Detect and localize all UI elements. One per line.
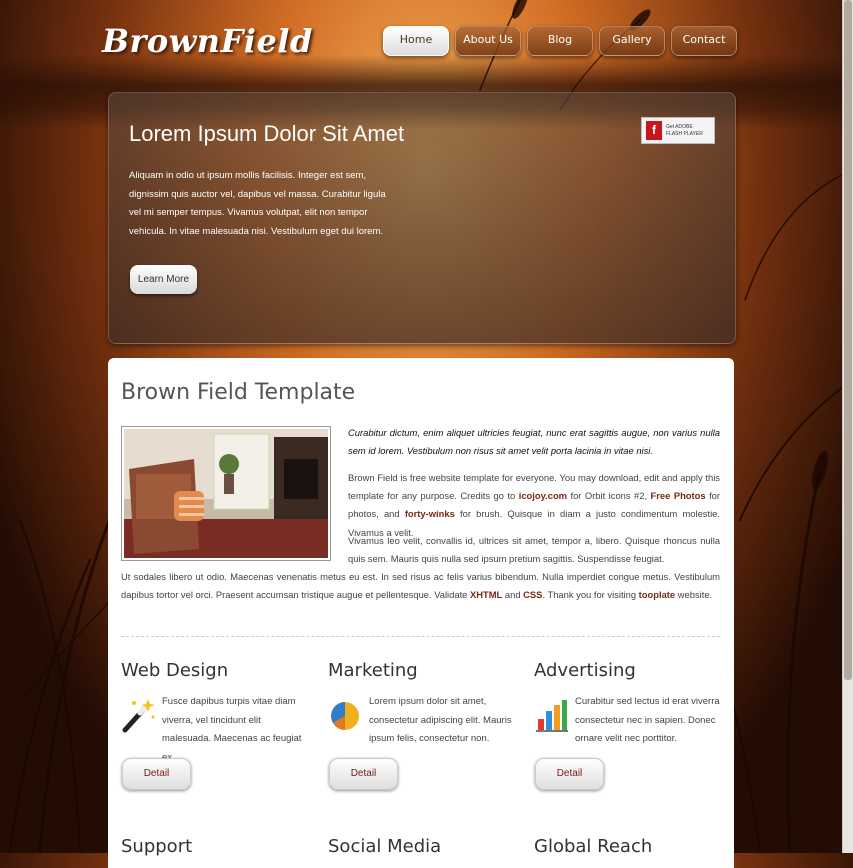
service-social-media-title: Social Media xyxy=(328,836,442,857)
detail-button-advertising[interactable]: Detail xyxy=(535,758,604,790)
link-free-photos[interactable]: Free Photos xyxy=(651,490,706,501)
hero-title: Lorem Ipsum Dolor Sit Amet xyxy=(129,121,405,146)
link-xhtml[interactable]: XHTML xyxy=(470,589,502,600)
page-title: Brown Field Template xyxy=(121,380,356,405)
service-support-title: Support xyxy=(121,836,193,857)
site-logo[interactable]: BrownField xyxy=(102,22,313,60)
service-text: Fusce dapibus turpis vitae diam viverra,… xyxy=(162,696,302,763)
service-text: Lorem ipsum dolor sit amet, consectetur … xyxy=(369,696,512,744)
nav-gallery[interactable]: Gallery xyxy=(599,26,665,56)
link-forty-winks[interactable]: forty-winks xyxy=(405,508,455,519)
hero-panel: Lorem Ipsum Dolor Sit Amet Aliquam in od… xyxy=(108,92,736,344)
detail-button-web-design[interactable]: Detail xyxy=(122,758,191,790)
flash-badge-line1: Get ADOBE xyxy=(666,123,693,130)
nav-blog[interactable]: Blog xyxy=(527,26,593,56)
intro-paragraph: Curabitur dictum, enim aliquet ultricies… xyxy=(348,427,720,457)
body-paragraph-bottom: Ut sodales libero ut odio. Maecenas vene… xyxy=(121,571,720,601)
service-advertising: Advertising Curabitur sed lectus id erat… xyxy=(534,660,724,790)
credits-paragraph: Brown Field is free website template for… xyxy=(348,472,721,538)
service-title: Advertising xyxy=(534,660,636,681)
bar-chart-icon xyxy=(536,700,568,732)
nav-home[interactable]: Home xyxy=(383,26,449,56)
flash-badge-line2: FLASH PLAYER xyxy=(666,130,703,137)
section-divider xyxy=(121,636,720,637)
main-nav: Home About Us Blog Gallery Contact xyxy=(383,26,737,56)
nav-about-us[interactable]: About Us xyxy=(455,26,521,56)
flash-icon: f xyxy=(646,121,662,140)
learn-more-button[interactable]: Learn More xyxy=(130,265,197,294)
service-title: Web Design xyxy=(121,660,229,681)
link-icojoy[interactable]: icojoy.com xyxy=(519,490,567,501)
body-paragraph-top: Vivamus leo velit, convallis id, ultrice… xyxy=(348,535,720,565)
hero-text: Aliquam in odio ut ipsum mollis facilisi… xyxy=(129,170,386,237)
magic-wand-icon xyxy=(122,699,155,733)
detail-button-marketing[interactable]: Detail xyxy=(329,758,398,790)
link-css[interactable]: CSS xyxy=(523,589,542,600)
service-text: Curabitur sed lectus id erat viverra con… xyxy=(575,696,720,744)
service-marketing: Marketing Lorem ipsum dolor sit amet, co… xyxy=(328,660,518,790)
nav-contact[interactable]: Contact xyxy=(671,26,737,56)
service-title: Marketing xyxy=(328,660,418,681)
scrollbar-thumb[interactable] xyxy=(844,0,852,680)
flash-player-badge[interactable]: f Get ADOBE FLASH PLAYER xyxy=(641,117,715,144)
service-global-reach-title: Global Reach xyxy=(534,836,653,857)
link-tooplate[interactable]: tooplate xyxy=(639,589,675,600)
living-room-photo xyxy=(121,426,331,561)
pie-chart-icon xyxy=(331,702,359,730)
main-content: Brown Field Template Curabitur dictum, e… xyxy=(108,358,734,868)
service-web-design: Web Design Fusce dapibus turpis vitae di… xyxy=(121,660,311,790)
scrollbar[interactable] xyxy=(842,0,853,853)
